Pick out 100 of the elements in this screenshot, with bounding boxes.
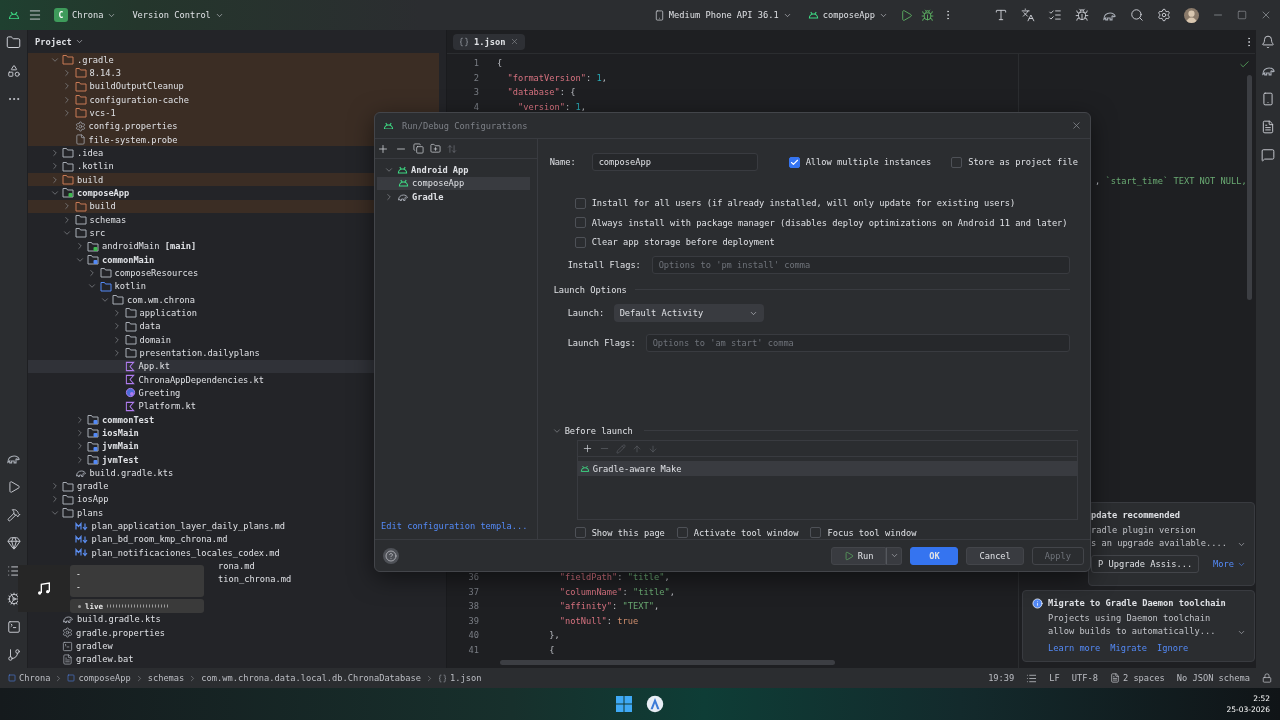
run-button[interactable]: Run — [830, 546, 887, 565]
app-icon[interactable] — [646, 695, 664, 713]
checkbox[interactable] — [574, 197, 586, 209]
breadcrumb[interactable]: Chrona — [8, 673, 51, 683]
tree-item[interactable]: commonTest — [28, 412, 439, 427]
tree-item[interactable]: commonMain — [28, 252, 439, 267]
shapes-icon[interactable] — [6, 64, 21, 78]
tree-item[interactable]: data — [28, 319, 439, 333]
menu-icon[interactable] — [28, 8, 42, 22]
tree-item[interactable]: kotlin — [28, 279, 439, 293]
tree-item[interactable]: .gradle — [28, 53, 439, 67]
list-icon[interactable] — [1048, 8, 1062, 22]
name-field[interactable]: composeApp — [591, 153, 758, 171]
tree-item[interactable]: domain — [28, 332, 439, 347]
gem-icon[interactable] — [6, 536, 21, 550]
tree-item[interactable]: jvmMain — [28, 439, 439, 453]
checkbox[interactable] — [574, 217, 586, 229]
checkbox[interactable] — [574, 527, 586, 538]
breadcrumb[interactable]: schemas — [147, 673, 185, 683]
checkbox-label[interactable]: Show this page — [574, 527, 665, 538]
checkbox-label[interactable]: Clear app storage before deployment — [574, 236, 775, 248]
editor-tab[interactable]: 1.json — [453, 33, 526, 50]
project-view-selector[interactable]: Project — [35, 36, 84, 47]
maximize-icon[interactable] — [1237, 10, 1247, 20]
terminal-icon[interactable] — [6, 620, 21, 634]
settings-icon[interactable] — [1157, 8, 1171, 22]
tree-item[interactable]: 8.14.3 — [28, 66, 439, 80]
project-menu-button[interactable]: C Chrona — [50, 5, 121, 25]
checkbox[interactable] — [788, 156, 800, 168]
file-icon[interactable] — [1261, 120, 1275, 134]
tree-item[interactable]: iosApp — [28, 492, 439, 507]
notification-button[interactable]: P Upgrade Assis... — [1091, 555, 1200, 573]
bug-icon[interactable] — [1075, 8, 1089, 22]
tree-item[interactable]: Greeting — [28, 386, 439, 400]
tree-item[interactable]: gradlew.bat — [28, 652, 439, 667]
list-icon[interactable] — [1026, 672, 1038, 684]
checkbox[interactable] — [810, 527, 822, 538]
lock-icon[interactable] — [1262, 673, 1272, 683]
checkbox-label[interactable]: Always install with package manager (disables deploy optimizations on Android 11 and later) — [574, 217, 1068, 229]
close-icon[interactable] — [1071, 120, 1082, 131]
checkbox[interactable] — [951, 156, 963, 168]
search-icon[interactable] — [1130, 8, 1144, 22]
line-ending[interactable]: LF — [1049, 673, 1060, 683]
cursor-position[interactable]: 19:39 — [988, 673, 1015, 683]
git-branch-icon[interactable] — [6, 648, 21, 662]
tree-item[interactable]: .idea — [28, 146, 439, 160]
help-button[interactable] — [383, 547, 399, 564]
tree-item[interactable]: gradle.properties — [28, 626, 439, 640]
scrollbar[interactable] — [500, 660, 835, 665]
tree-item[interactable]: com.wm.chrona — [28, 292, 439, 307]
start-icon[interactable] — [616, 696, 632, 712]
folder-plus-icon[interactable] — [430, 143, 441, 154]
checkbox-label[interactable]: Install for all users (if already installed, will only update for existing users) — [574, 197, 1016, 209]
launch-dropdown[interactable]: Default Activity — [613, 304, 764, 323]
tree-item[interactable]: presentation.dailyplans — [28, 346, 439, 360]
tree-item[interactable]: schemas — [28, 212, 439, 227]
copy-icon[interactable] — [413, 143, 424, 154]
install-flags-field[interactable]: Options to 'pm install' comma — [651, 256, 1070, 275]
avatar[interactable] — [1184, 7, 1199, 23]
vcs-menu-button[interactable]: Version Control — [128, 7, 228, 23]
checkbox[interactable] — [574, 236, 586, 248]
tree-item[interactable]: plans — [28, 506, 439, 520]
launch-flags-field[interactable]: Options to 'am start' comma — [645, 334, 1070, 353]
cog-icon[interactable] — [6, 592, 21, 606]
tree-item[interactable]: gradle — [28, 479, 439, 493]
bell-icon[interactable] — [1261, 35, 1275, 49]
notification-link[interactable]: Learn more — [1048, 643, 1101, 653]
checkbox-label[interactable]: Allow multiple instances — [788, 156, 932, 168]
translate-icon[interactable] — [1021, 8, 1035, 22]
hammer-icon[interactable] — [6, 508, 21, 522]
breadcrumb[interactable]: com.wm.chrona.data.local.db.ChronaDatabase — [201, 673, 421, 683]
tree-item[interactable]: tion_chrona.md — [205, 572, 292, 587]
tree-item[interactable]: gradlew — [28, 639, 439, 653]
notification-button[interactable]: More — [1213, 559, 1246, 569]
device-selector[interactable]: Medium Phone API 36.1 — [649, 6, 796, 24]
notification-link[interactable]: Ignore — [1156, 643, 1189, 653]
list-icon[interactable] — [6, 564, 21, 578]
checkbox-label[interactable]: Store as project file — [951, 156, 1078, 168]
breadcrumb[interactable]: 1.json — [438, 673, 482, 683]
run-icon[interactable] — [900, 8, 913, 22]
tree-item[interactable]: build.gradle.kts — [28, 466, 439, 480]
chat-icon[interactable] — [1261, 148, 1275, 162]
tree-item[interactable]: ChronaAppDependencies.kt — [28, 372, 439, 387]
tree-item[interactable]: src — [28, 226, 439, 240]
indent-setting[interactable]: 2 spaces — [1109, 673, 1165, 683]
tree-item[interactable]: androidMain [main] — [28, 239, 439, 253]
bug-icon[interactable] — [921, 8, 934, 22]
tree-item[interactable]: Platform.kt — [28, 399, 439, 413]
notification-link[interactable]: Migrate — [1110, 643, 1147, 653]
schema-setting[interactable]: No JSON schema — [1176, 673, 1250, 683]
folder-icon[interactable] — [6, 35, 21, 50]
scrollbar[interactable] — [1247, 75, 1252, 300]
tree-item[interactable]: rona.md — [205, 559, 255, 573]
tree-item[interactable]: vcs-1 — [28, 106, 439, 120]
chevron-down-icon[interactable] — [1237, 628, 1246, 637]
checkbox[interactable] — [676, 527, 688, 538]
phone-icon[interactable] — [1261, 92, 1275, 106]
tree-item[interactable]: jvmTest — [28, 452, 439, 467]
chevron-down-icon[interactable] — [1237, 540, 1246, 549]
config-item[interactable]: composeApp — [377, 176, 530, 190]
